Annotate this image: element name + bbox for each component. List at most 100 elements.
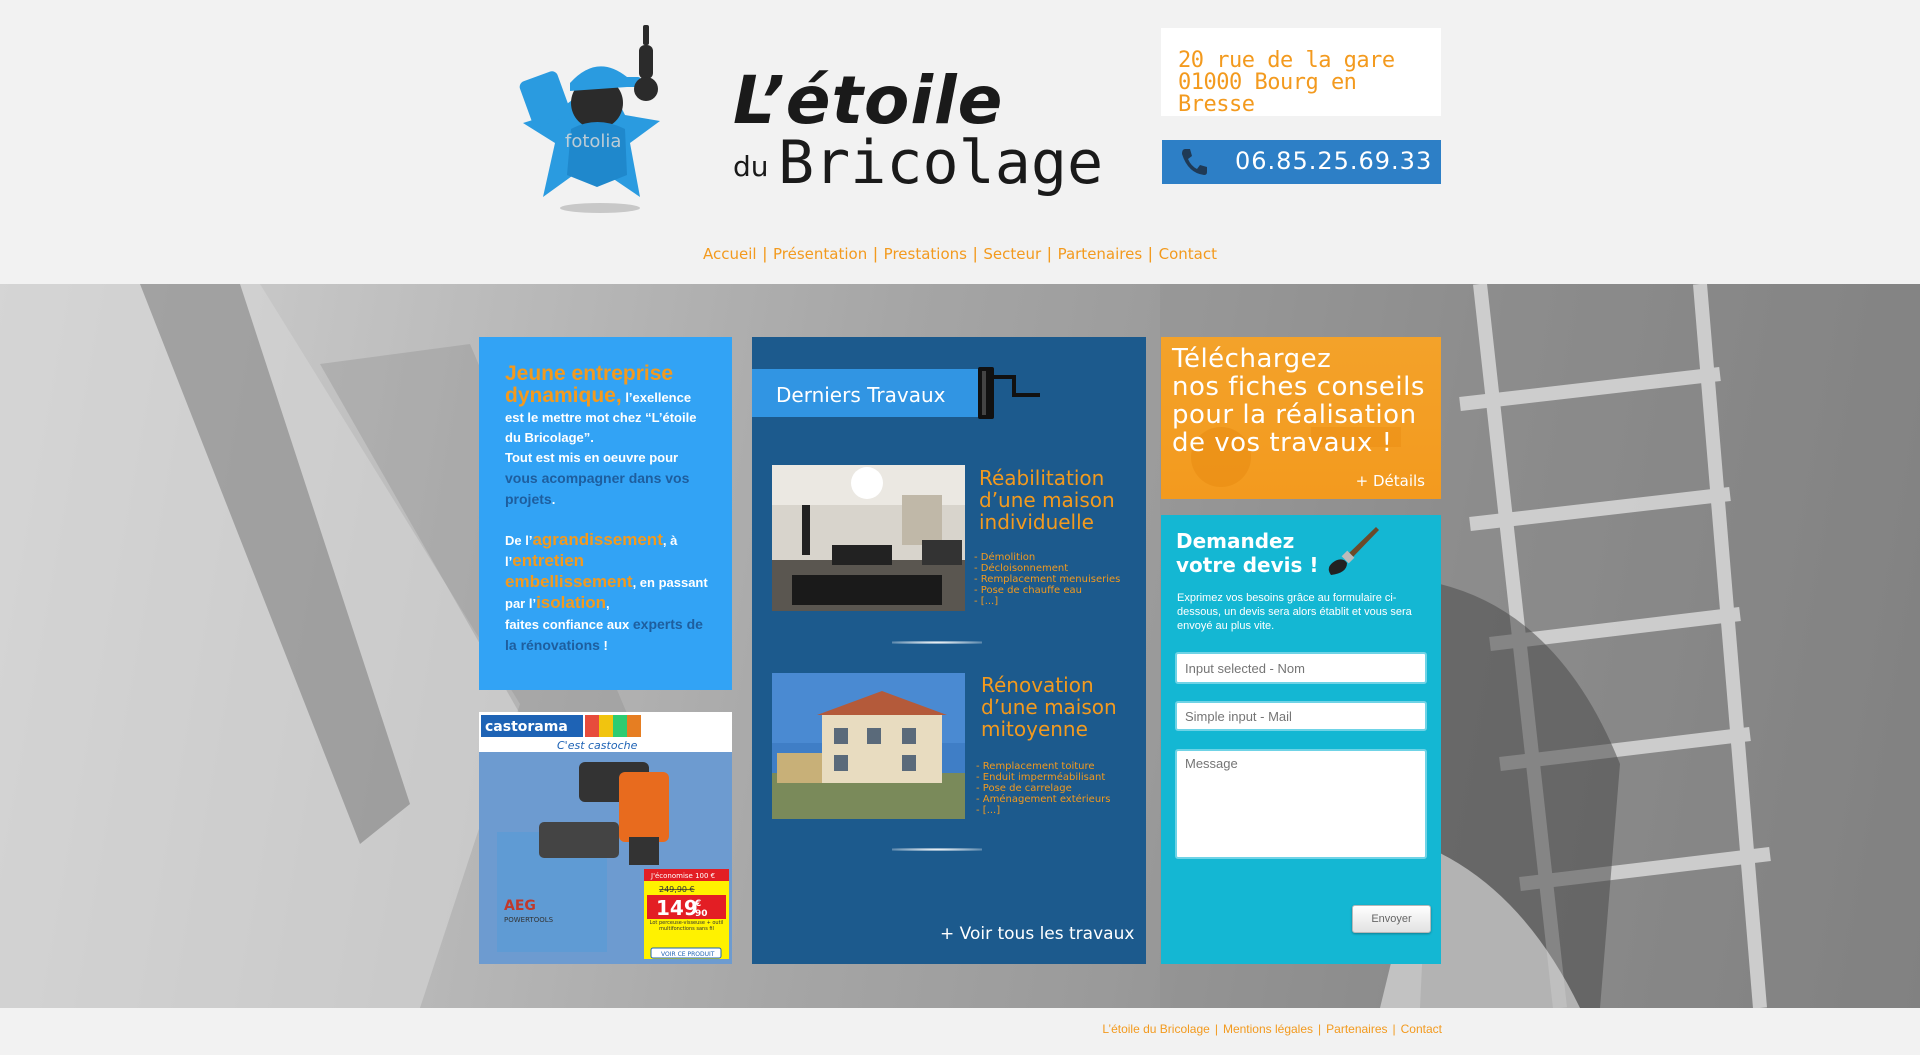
intro-box: Jeune entreprise dynamique, l’exellence … [479, 337, 732, 690]
work-2-list-item: - Aménagement extérieurs [976, 794, 1111, 805]
work-1-list: - Démolition - Décloisonnement - Remplac… [974, 552, 1120, 607]
intro-highlight: vous acompagner dans vos projets [505, 470, 690, 507]
intro-text: , [605, 596, 610, 611]
logo-subtitle[interactable]: Bricolage [778, 128, 1103, 198]
nav-separator: | [762, 244, 768, 263]
intro-paragraph-2: Tout est mis en oeuvre pour vous acompag… [505, 448, 708, 510]
work-1-image [772, 465, 965, 611]
nav-separator: | [1047, 244, 1052, 263]
intro-text: . [551, 492, 556, 507]
work-2-list-item: - Enduit imperméabilisant [976, 772, 1106, 783]
ad-brand: castorama [485, 719, 568, 735]
nav-accueil[interactable]: Accueil [703, 245, 757, 263]
work-2-title-line: Rénovation [981, 673, 1094, 697]
footer-separator: | [1392, 1022, 1396, 1036]
send-button[interactable]: Envoyer [1352, 905, 1431, 933]
nav-prestations[interactable]: Prestations [884, 245, 967, 263]
ad-product-brand: AEG [504, 898, 536, 914]
work-2-title-line: mitoyenne [981, 717, 1088, 741]
download-headline: Téléchargez nos fiches conseils pour la … [1172, 345, 1425, 457]
ad-cta[interactable]: VOIR CE PRODUIT [661, 951, 715, 958]
intro-text: Tout est mis en oeuvre pour [505, 450, 679, 465]
ad-price-currency: € [694, 899, 701, 909]
work-2-image [772, 673, 965, 819]
work-1-list-item: - [...] [974, 596, 999, 607]
work-1-title-line: individuelle [979, 510, 1094, 534]
mascot-watermark: fotolia [565, 131, 621, 152]
download-headline-line: de vos travaux ! [1172, 428, 1393, 458]
main-nav: Accueil | Présentation | Prestations | Secteur… [0, 244, 1920, 264]
name-input[interactable] [1175, 652, 1427, 684]
intro-keyword: agrandissement [532, 530, 663, 549]
download-tips-box[interactable]: Téléchargez nos fiches conseils pour la … [1161, 337, 1441, 499]
address-city: 01000 Bourg en Bresse [1178, 70, 1357, 117]
ad-price-cents: 90 [695, 909, 708, 919]
ad-slogan: C'est castoche [557, 739, 638, 752]
quote-title-line: Demandez [1176, 529, 1295, 553]
work-1-list-item: - Décloisonnement [974, 563, 1069, 574]
logo-title-du: du [733, 150, 769, 183]
quote-title-line: votre devis ! [1176, 553, 1319, 577]
logo-mascot[interactable]: fotolia [515, 25, 695, 215]
work-1-list-item: - Remplacement menuiseries [974, 574, 1121, 585]
message-textarea[interactable] [1175, 749, 1427, 859]
ad-saving: J'économise 100 € [650, 872, 715, 880]
intro-text: De l’ [505, 533, 533, 548]
work-1-list-item: - Démolition [974, 552, 1036, 563]
ad-banner-image: castorama C'est castoche AEG POWERTOOLS … [479, 712, 732, 964]
intro-text: ! [599, 638, 608, 653]
footer-link-partners[interactable]: Partenaires [1326, 1022, 1387, 1036]
nav-partenaires[interactable]: Partenaires [1058, 245, 1143, 263]
footer-link-contact[interactable]: Contact [1401, 1022, 1442, 1036]
footer-links: L’étoile du Bricolage | Mentions légales | P… [1102, 1022, 1442, 1036]
quote-description: Exprimez vos besoins grâce au formulaire… [1177, 592, 1412, 632]
footer-link-legal[interactable]: Mentions légales [1223, 1022, 1313, 1036]
work-2-list-item: - Pose de carrelage [976, 783, 1072, 794]
works-divider [892, 848, 982, 851]
intro-paragraph-3: De l’agrandissement, à l’entretien embel… [505, 530, 708, 656]
paint-roller-icon [978, 367, 1040, 419]
ad-price: 149 [656, 896, 698, 920]
quote-title: Demandez votre devis ! [1176, 529, 1319, 577]
nav-presentation[interactable]: Présentation [773, 245, 867, 263]
paintbrush-icon [1328, 527, 1379, 575]
download-details-link[interactable]: + Détails [1356, 472, 1425, 490]
work-2-title-line: d’une maison [981, 695, 1117, 719]
works-divider [892, 641, 982, 644]
latest-works-panel: Derniers Travaux Réabilitation d’une mai… [752, 337, 1146, 964]
castorama-ad[interactable]: castorama C'est castoche AEG POWERTOOLS … [479, 712, 732, 964]
nav-contact[interactable]: Contact [1159, 245, 1217, 263]
work-2-list: - Remplacement toiture - Enduit imperméa… [976, 761, 1111, 816]
ad-old-price: 249,90 € [659, 885, 695, 894]
address-box: 20 rue de la gare 01000 Bourg en Bresse [1161, 28, 1441, 116]
email-input[interactable] [1175, 701, 1427, 731]
work-1-list-item: - Pose de chauffe eau [974, 585, 1082, 596]
intro-paragraph-1: Jeune entreprise dynamique, l’exellence … [505, 363, 708, 448]
download-headline-line: Téléchargez [1172, 344, 1332, 374]
work-1-title[interactable]: Réabilitation d’une maison individuelle [979, 467, 1115, 533]
work-2-list-item: - [...] [976, 805, 1001, 816]
works-title-tab: Derniers Travaux [752, 369, 978, 417]
nav-separator: | [972, 244, 978, 263]
nav-separator: | [1148, 244, 1153, 263]
site-footer: L’étoile du Bricolage | Mentions légales | P… [0, 1008, 1920, 1055]
quote-request-form: Demandez votre devis ! Exprimez vos beso… [1161, 515, 1441, 964]
footer-separator: | [1318, 1022, 1322, 1036]
nav-secteur[interactable]: Secteur [983, 245, 1041, 263]
nav-separator: | [873, 244, 878, 263]
ad-description: Lot perceuse-visseuse + outil multifonct… [649, 920, 724, 932]
work-1-title-line: d’une maison [979, 488, 1115, 512]
phone-number[interactable]: 06.85.25.69.33 [1235, 147, 1432, 175]
download-headline-line: pour la réalisation [1172, 400, 1417, 430]
address-street: 20 rue de la gare [1178, 48, 1395, 73]
footer-link-home[interactable]: L’étoile du Bricolage [1102, 1022, 1209, 1036]
work-2-photo[interactable] [772, 673, 965, 819]
intro-keyword: isolation [536, 593, 606, 612]
ad-product-sub: POWERTOOLS [504, 916, 554, 924]
phone-box[interactable]: 06.85.25.69.33 [1162, 140, 1441, 184]
works-title: Derniers Travaux [776, 383, 946, 407]
intro-keyword: entretien embellissement [505, 551, 633, 591]
work-1-photo[interactable] [772, 465, 965, 611]
see-all-works-link[interactable]: + Voir tous les travaux [940, 924, 1134, 944]
work-2-title[interactable]: Rénovation d’une maison mitoyenne [981, 674, 1117, 740]
